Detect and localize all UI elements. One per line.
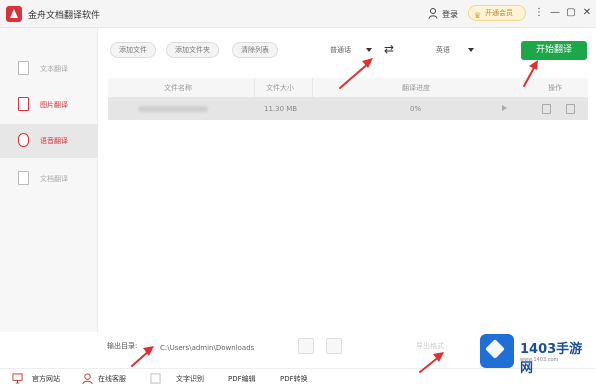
bottom-bar: 官方网站 在线客服 文字识别 PDF编辑 PDF转换 xyxy=(0,368,596,388)
output-dir-path[interactable]: C:\Users\admin\Downloads xyxy=(160,341,292,355)
start-translate-button[interactable]: 开始翻译 xyxy=(521,41,587,60)
user-icon[interactable] xyxy=(428,8,438,19)
menu-button[interactable]: ⋮ xyxy=(532,6,546,20)
monitor-icon xyxy=(12,373,23,384)
bottom-item-label: PDF转换 xyxy=(280,375,308,383)
minimize-button[interactable]: — xyxy=(548,6,562,20)
support-icon xyxy=(82,373,93,384)
column-header-size: 文件大小 xyxy=(266,84,294,92)
site-watermark: 1403手游网 www.1403.com xyxy=(480,334,592,376)
doc-icon xyxy=(18,61,29,75)
ocr-link[interactable]: 文字识别 xyxy=(150,373,204,385)
translate-progress: 0% xyxy=(410,105,422,113)
title-bar: 金舟文档翻译软件 登录 ♛ 开通会员 ⋮ — ▢ ✕ xyxy=(0,0,596,28)
watermark-subtitle: www.1403.com xyxy=(520,357,559,363)
login-link[interactable]: 登录 xyxy=(442,9,458,20)
sidebar-item-document[interactable]: 文档翻译 xyxy=(0,162,98,196)
add-folder-button[interactable]: 添加文件夹 xyxy=(166,42,219,58)
vip-label: 开通会员 xyxy=(485,9,513,17)
official-site-link[interactable]: 官方网站 xyxy=(12,373,60,385)
sidebar-item-voice[interactable]: 语音翻译 xyxy=(0,124,98,158)
sidebar-item-text[interactable]: 文本翻译 xyxy=(0,52,98,86)
sidebar-item-label: 文档翻译 xyxy=(40,175,68,183)
close-button[interactable]: ✕ xyxy=(580,6,594,20)
sidebar-item-image[interactable]: 图片翻译 xyxy=(0,88,98,122)
arrow-head xyxy=(362,58,373,68)
open-folder-icon[interactable] xyxy=(542,104,551,114)
bottom-item-label: 文字识别 xyxy=(176,375,204,383)
file-icon xyxy=(18,171,29,185)
output-dir-label: 输出目录: xyxy=(107,342,138,350)
image-icon xyxy=(18,97,29,111)
delete-icon[interactable] xyxy=(566,104,575,114)
change-dir-button[interactable] xyxy=(298,338,314,354)
column-header-actions: 操作 xyxy=(548,84,562,92)
target-language-select[interactable]: 英语 xyxy=(436,42,476,58)
chevron-down-icon xyxy=(366,48,372,52)
app-logo-icon xyxy=(6,6,22,22)
arrow-to-output xyxy=(131,349,151,367)
watermark-logo-icon xyxy=(480,334,514,368)
source-language-select[interactable]: 普通话 xyxy=(330,42,374,58)
bottom-item-label: 官方网站 xyxy=(32,375,60,383)
play-icon[interactable] xyxy=(502,105,507,111)
online-support-link[interactable]: 在线客服 xyxy=(82,373,126,385)
column-header-progress: 翻译进度 xyxy=(402,84,430,92)
arrow-head xyxy=(433,352,444,362)
add-file-button[interactable]: 添加文件 xyxy=(110,42,156,58)
vip-button[interactable]: ♛ 开通会员 xyxy=(468,5,526,21)
pdf-convert-link[interactable]: PDF转换 xyxy=(280,373,308,385)
crown-icon: ♛ xyxy=(474,11,482,20)
arrow-head xyxy=(529,60,538,70)
chevron-down-icon xyxy=(468,48,474,52)
maximize-button[interactable]: ▢ xyxy=(564,6,578,20)
source-language-value: 普通话 xyxy=(330,46,351,54)
swap-languages-icon[interactable]: ⇄ xyxy=(384,41,402,57)
sidebar-item-label: 语音翻译 xyxy=(40,137,68,145)
sidebar-item-label: 图片翻译 xyxy=(40,101,68,109)
ocr-icon xyxy=(150,373,161,384)
sidebar-item-label: 文本翻译 xyxy=(40,65,68,73)
open-dir-button[interactable] xyxy=(326,338,342,354)
target-language-value: 英语 xyxy=(436,46,450,54)
file-size: 11.30 MB xyxy=(264,105,298,113)
app-title: 金舟文档翻译软件 xyxy=(28,11,101,21)
arrow-head xyxy=(143,346,154,356)
sidebar: 文本翻译 图片翻译 语音翻译 文档翻译 xyxy=(0,28,98,332)
clear-list-button[interactable]: 清除列表 xyxy=(232,42,278,58)
table-row[interactable]: 11.30 MB 0% xyxy=(108,98,588,120)
bottom-item-label: 在线客服 xyxy=(98,375,126,383)
column-divider xyxy=(312,78,313,98)
column-divider xyxy=(254,78,255,98)
voice-icon xyxy=(18,133,29,147)
column-header-name: 文件名称 xyxy=(164,84,192,92)
export-format-button[interactable]: 导出格式 xyxy=(416,341,444,351)
bottom-item-label: PDF编辑 xyxy=(228,375,256,383)
file-name-blurred xyxy=(138,106,208,112)
table-header: 文件名称 文件大小 翻译进度 操作 xyxy=(108,78,588,98)
pdf-edit-link[interactable]: PDF编辑 xyxy=(228,373,256,385)
